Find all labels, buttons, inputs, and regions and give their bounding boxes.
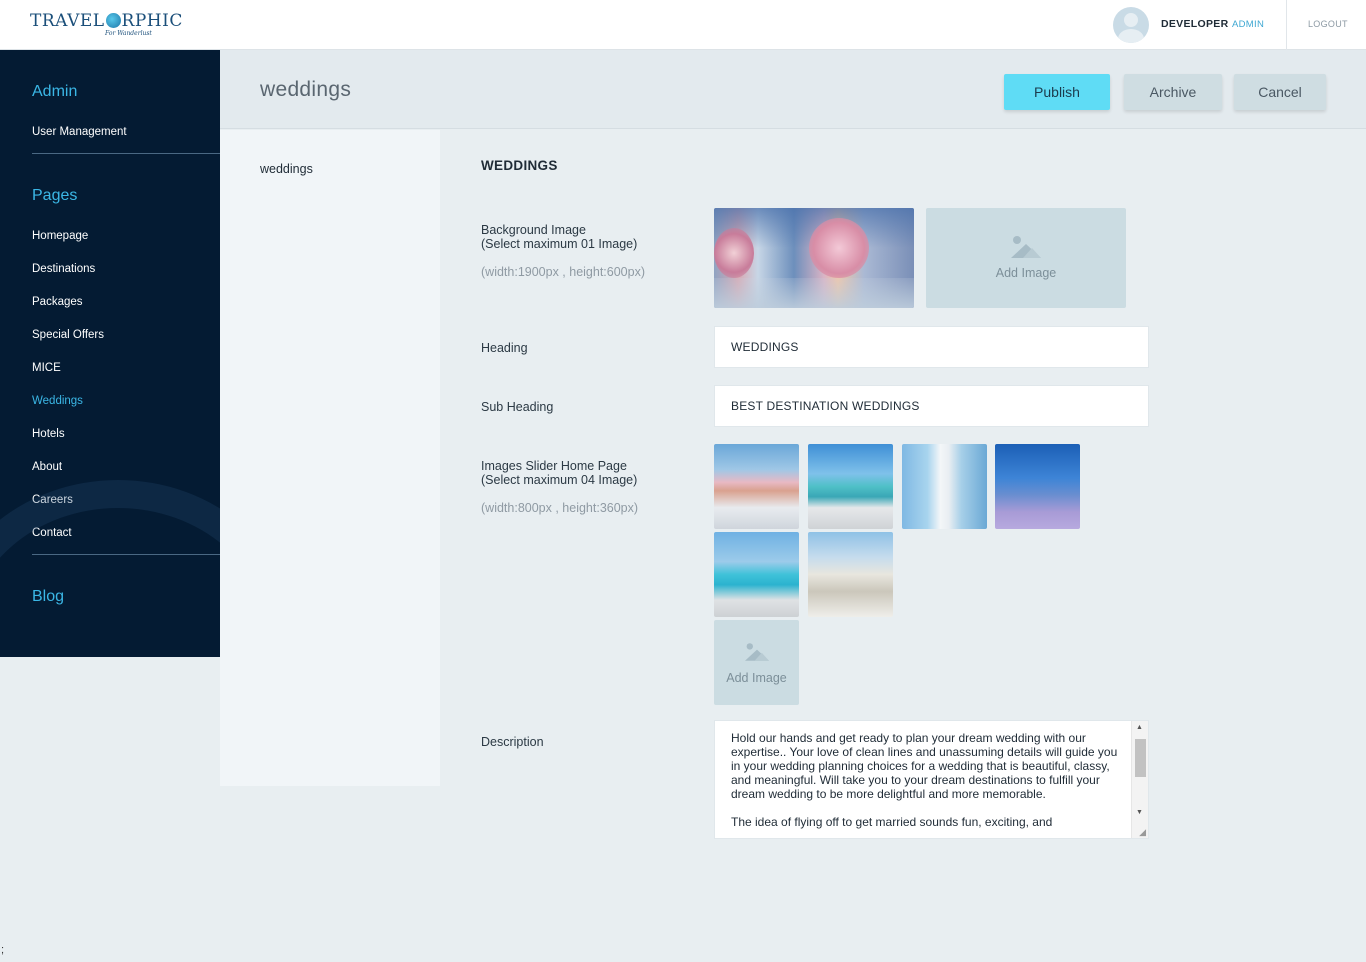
sidebar-item-careers[interactable]: Careers — [32, 494, 73, 506]
slider-image-thumbnail[interactable] — [714, 532, 799, 617]
heading-label: Heading — [481, 341, 528, 355]
description-label: Description — [481, 735, 544, 749]
background-image-hint: (width:1900px , height:600px) — [481, 265, 645, 279]
sidebar-item-contact[interactable]: Contact — [32, 527, 72, 539]
cancel-button[interactable]: Cancel — [1234, 74, 1326, 110]
resize-grip-icon[interactable]: ◢ — [1139, 827, 1146, 838]
background-image-thumbnail[interactable] — [714, 208, 914, 308]
sidebar-item-packages[interactable]: Packages — [32, 296, 83, 308]
scroll-up-icon[interactable]: ▲ — [1136, 724, 1143, 731]
sidebar-item-hotels[interactable]: Hotels — [32, 428, 65, 440]
image-placeholder-icon — [1011, 236, 1041, 258]
scroll-down-icon[interactable]: ▼ — [1136, 809, 1143, 816]
sidebar-section-pages[interactable]: Pages — [32, 187, 77, 205]
logo[interactable]: TRAVEL RPHIC — [30, 11, 183, 31]
stray-text: ; — [1, 944, 5, 956]
publish-button[interactable]: Publish — [1004, 74, 1110, 110]
archive-button[interactable]: Archive — [1124, 74, 1222, 110]
slider-images-hint: (width:800px , height:360px) — [481, 501, 639, 515]
subnav-panel: weddings — [220, 130, 440, 786]
scrollbar-thumb[interactable] — [1135, 739, 1146, 777]
image-placeholder-icon — [744, 642, 769, 661]
sidebar-section-blog[interactable]: Blog — [32, 588, 64, 606]
slider-label-line1: Images Slider Home Page — [481, 459, 627, 473]
sidebar-item-mice[interactable]: MICE — [32, 362, 61, 374]
divider — [1286, 0, 1287, 50]
subheading-label: Sub Heading — [481, 400, 554, 414]
slider-image-thumbnail[interactable] — [808, 532, 893, 617]
slider-image-thumbnail[interactable] — [808, 444, 893, 529]
description-textarea[interactable]: Hold our hands and get ready to plan you… — [714, 720, 1149, 839]
sidebar-item-weddings[interactable]: Weddings — [32, 395, 83, 407]
sidebar: Admin User Management Pages Homepage Des… — [0, 50, 220, 657]
description-text: Hold our hands and get ready to plan you… — [731, 731, 1118, 829]
subheading-input[interactable]: BEST DESTINATION WEDDINGS — [714, 385, 1149, 427]
heading-input[interactable]: WEDDINGS — [714, 326, 1149, 368]
user-avatar-icon[interactable] — [1113, 7, 1149, 43]
sidebar-item-user-management[interactable]: User Management — [32, 126, 127, 138]
background-image-label: Background Image (Select maximum 01 Imag… — [481, 223, 637, 251]
subnav-item-weddings[interactable]: weddings — [260, 162, 313, 176]
sidebar-item-special-offers[interactable]: Special Offers — [32, 329, 104, 341]
sidebar-section-admin[interactable]: Admin — [32, 83, 77, 101]
form-title: WEDDINGS — [481, 158, 558, 173]
background-label-line1: Background Image — [481, 223, 586, 237]
logo-text-b: RPHIC — [121, 11, 183, 31]
add-image-label: Add Image — [726, 670, 787, 685]
page-header: weddings Publish Archive Cancel — [220, 50, 1366, 129]
slider-image-thumbnail[interactable] — [902, 444, 987, 529]
sidebar-divider — [32, 153, 220, 154]
user-name: DEVELOPER — [1161, 18, 1229, 30]
sidebar-item-destinations[interactable]: Destinations — [32, 263, 95, 275]
description-scrollbar[interactable]: ▲ ▼ ◢ — [1131, 721, 1148, 838]
slider-label-line2: (Select maximum 04 Image) — [481, 473, 638, 487]
sidebar-item-about[interactable]: About — [32, 461, 62, 473]
slider-images-label: Images Slider Home Page (Select maximum … — [481, 459, 637, 487]
add-slider-image-button[interactable]: Add Image — [714, 620, 799, 705]
logout-link[interactable]: LOGOUT — [1308, 19, 1348, 29]
globe-icon — [105, 13, 121, 28]
background-label-line2: (Select maximum 01 Image) — [481, 237, 638, 251]
slider-image-thumbnail[interactable] — [714, 444, 799, 529]
sidebar-item-homepage[interactable]: Homepage — [32, 230, 88, 242]
logo-tagline: For Wanderlust — [105, 30, 152, 37]
add-background-image-button[interactable]: Add Image — [926, 208, 1126, 308]
user-role: ADMIN — [1232, 19, 1265, 30]
page-title: weddings — [260, 78, 352, 101]
logo-text-a: TRAVEL — [30, 11, 105, 31]
top-bar: TRAVEL RPHIC For Wanderlust DEVELOPER ADM… — [0, 0, 1366, 50]
add-image-label: Add Image — [995, 266, 1057, 280]
slider-image-thumbnail[interactable] — [995, 444, 1080, 529]
sidebar-divider — [32, 554, 220, 555]
